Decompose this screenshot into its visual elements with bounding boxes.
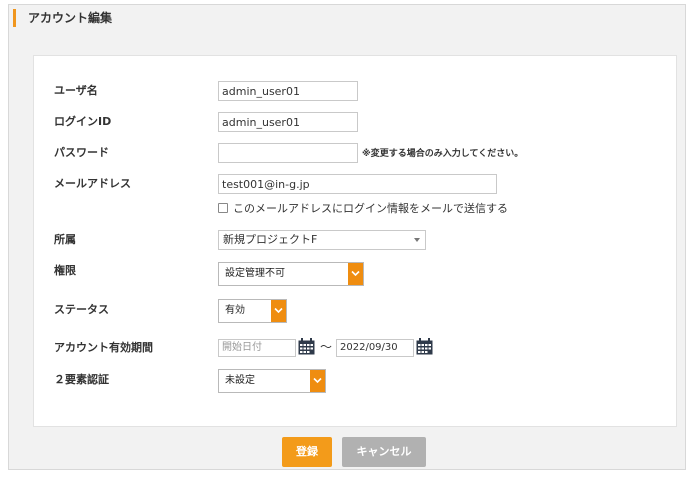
affiliation-selected-value: 新規プロジェクトF (223, 233, 318, 246)
status-label: ステータス (54, 303, 109, 316)
status-selected-value: 有効 (225, 305, 245, 316)
two-factor-dropdown-button[interactable] (310, 370, 325, 392)
username-label: ユーザ名 (54, 84, 98, 97)
email-label: メールアドレス (54, 177, 131, 190)
send-login-info-checkbox[interactable] (218, 203, 228, 213)
chevron-down-icon (313, 377, 322, 384)
affiliation-select[interactable]: 新規プロジェクトF (218, 230, 426, 250)
permission-dropdown-button[interactable] (348, 263, 363, 285)
permission-label: 権限 (54, 264, 76, 277)
password-label: パスワード (54, 146, 109, 159)
calendar-icon[interactable] (416, 338, 433, 355)
login-id-input[interactable] (218, 112, 358, 132)
email-input[interactable] (218, 174, 497, 194)
chevron-down-icon (274, 307, 283, 314)
password-hint: ※変更する場合のみ入力してください。 (362, 149, 524, 159)
two-factor-selected-value: 未設定 (225, 375, 255, 386)
two-factor-select[interactable]: 未設定 (218, 369, 326, 393)
status-select[interactable]: 有効 (218, 299, 287, 323)
triangle-down-icon (414, 238, 420, 242)
send-login-info-label: このメールアドレスにログイン情報をメールで送信する (233, 202, 508, 215)
affiliation-label: 所属 (54, 233, 76, 246)
two-factor-label: ２要素認証 (54, 373, 109, 386)
calendar-icon[interactable] (298, 338, 315, 355)
password-input[interactable] (218, 143, 358, 163)
status-dropdown-button[interactable] (271, 300, 286, 322)
send-login-info-option[interactable]: このメールアドレスにログイン情報をメールで送信する (218, 201, 508, 215)
start-date-input[interactable]: 開始日付 (218, 339, 296, 357)
permission-selected-value: 設定管理不可 (225, 268, 285, 279)
login-id-label: ログインID (54, 115, 112, 128)
panel-title: アカウント編集 (13, 9, 112, 27)
cancel-button[interactable]: キャンセル (342, 437, 426, 467)
username-input[interactable] (218, 81, 358, 101)
submit-button[interactable]: 登録 (282, 437, 332, 467)
validity-period-label: アカウント有効期間 (54, 341, 153, 354)
end-date-input[interactable]: 2022/09/30 (336, 339, 414, 357)
chevron-down-icon (351, 270, 360, 277)
date-range-separator: 〜 (320, 340, 333, 354)
permission-select[interactable]: 設定管理不可 (218, 262, 364, 286)
